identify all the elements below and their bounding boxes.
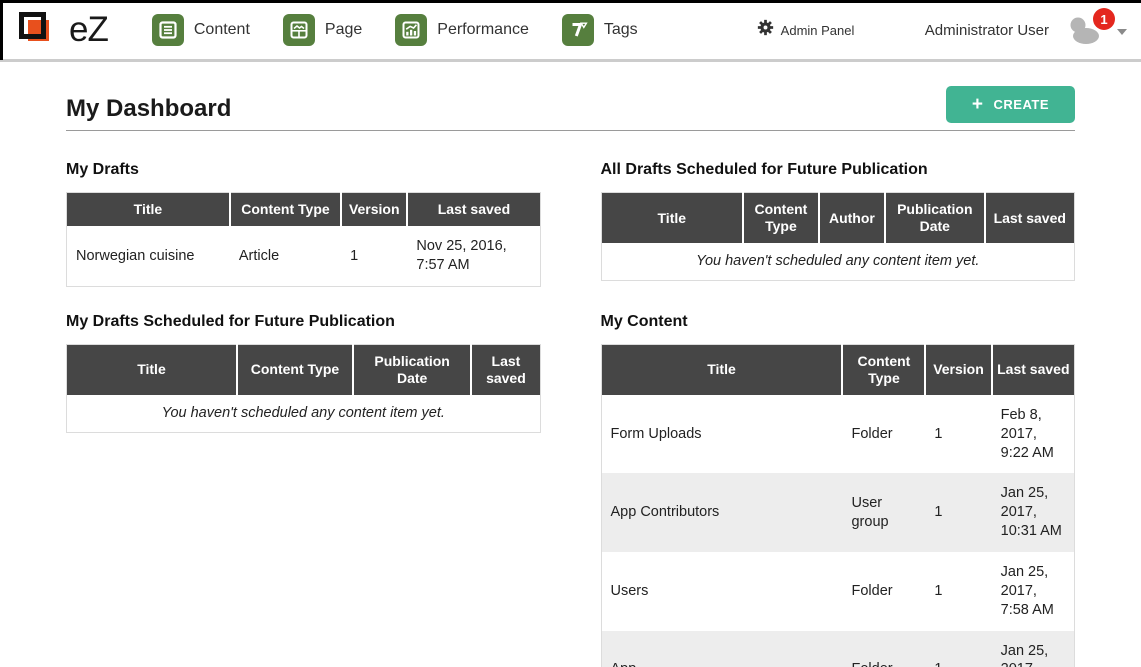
all-drafts-scheduled-table: TitleContent TypeAuthorPublication DateL… bbox=[601, 192, 1076, 281]
nav-item-tags[interactable]: Tags bbox=[562, 14, 638, 46]
empty-state-text: You haven't scheduled any content item y… bbox=[67, 395, 541, 432]
performance-icon bbox=[395, 14, 427, 46]
table-row[interactable]: App ContributorsUser group1Jan 25, 2017,… bbox=[601, 473, 1075, 552]
nav-label: Performance bbox=[437, 21, 529, 39]
top-navigation-bar: eZ Content Pag bbox=[0, 0, 1141, 57]
gear-icon bbox=[757, 19, 774, 41]
table-cell: 1 bbox=[925, 552, 991, 631]
notification-badge[interactable]: 1 bbox=[1093, 8, 1115, 30]
nav-item-performance[interactable]: Performance bbox=[395, 14, 529, 46]
column-header: Content Type bbox=[237, 344, 353, 395]
page-icon bbox=[283, 14, 315, 46]
section-all-drafts-scheduled: All Drafts Scheduled for Future Publicat… bbox=[601, 161, 1076, 287]
section-my-drafts-scheduled: My Drafts Scheduled for Future Publicati… bbox=[66, 313, 541, 667]
page-title: My Dashboard bbox=[66, 95, 231, 123]
column-header: Content Type bbox=[743, 193, 819, 244]
nav-item-page[interactable]: Page bbox=[283, 14, 362, 46]
column-header: Title bbox=[67, 193, 230, 227]
table-cell: User group bbox=[842, 473, 925, 552]
column-header: Last saved bbox=[985, 193, 1075, 244]
table-cell: 1 bbox=[925, 631, 991, 667]
logo-black-square bbox=[19, 12, 46, 39]
table-row[interactable]: Norwegian cuisineArticle1Nov 25, 2016, 7… bbox=[67, 226, 541, 286]
empty-state-row: You haven't scheduled any content item y… bbox=[601, 243, 1075, 280]
my-drafts-table: TitleContent TypeVersionLast savedNorweg… bbox=[66, 192, 541, 287]
column-header: Version bbox=[925, 344, 991, 395]
nav-item-content[interactable]: Content bbox=[152, 14, 250, 46]
section-title: My Content bbox=[601, 313, 1076, 331]
column-header: Publication Date bbox=[885, 193, 984, 244]
dashboard-grid: My Drafts TitleContent TypeVersionLast s… bbox=[66, 161, 1075, 667]
plus-icon: + bbox=[972, 99, 984, 111]
table-cell: Article bbox=[230, 226, 341, 286]
admin-panel-link[interactable]: Admin Panel bbox=[757, 19, 855, 41]
dashboard-page: My Dashboard + CREATE My Drafts TitleCon… bbox=[0, 86, 1141, 667]
table-cell: 1 bbox=[341, 226, 407, 286]
ez-logo[interactable]: eZ bbox=[16, 9, 108, 51]
section-title: My Drafts Scheduled for Future Publicati… bbox=[66, 313, 541, 331]
table-cell: Nov 25, 2016, 7:57 AM bbox=[407, 226, 540, 286]
main-nav: Content Page bbox=[152, 14, 671, 46]
table-cell: Users bbox=[601, 552, 842, 631]
column-header: Author bbox=[819, 193, 885, 244]
table-cell: Form Uploads bbox=[601, 395, 842, 474]
nav-label: Content bbox=[194, 21, 250, 39]
admin-panel-label: Admin Panel bbox=[781, 23, 855, 38]
column-header: Publication Date bbox=[353, 344, 471, 395]
my-content-table: TitleContent TypeVersionLast savedForm U… bbox=[601, 344, 1076, 667]
column-header: Last saved bbox=[992, 344, 1075, 395]
page-header: My Dashboard + CREATE bbox=[66, 86, 1075, 131]
section-title: All Drafts Scheduled for Future Publicat… bbox=[601, 161, 1076, 179]
my-drafts-scheduled-table: TitleContent TypePublication DateLast sa… bbox=[66, 344, 541, 433]
create-button[interactable]: + CREATE bbox=[946, 86, 1075, 123]
table-cell: Jan 25, 2017, 10:31 AM bbox=[992, 473, 1075, 552]
table-header-row: TitleContent TypePublication DateLast sa… bbox=[67, 344, 541, 395]
table-cell: Folder bbox=[842, 552, 925, 631]
user-name: Administrator User bbox=[925, 22, 1049, 39]
table-row[interactable]: UsersFolder1Jan 25, 2017, 7:58 AM bbox=[601, 552, 1075, 631]
nav-label: Tags bbox=[604, 21, 638, 39]
empty-state-row: You haven't scheduled any content item y… bbox=[67, 395, 541, 432]
avatar: 1 bbox=[1065, 16, 1103, 44]
table-cell: App Contributors bbox=[601, 473, 842, 552]
column-header: Title bbox=[601, 344, 842, 395]
table-cell: Folder bbox=[842, 631, 925, 667]
user-menu[interactable]: Administrator User 1 bbox=[925, 16, 1127, 44]
table-header-row: TitleContent TypeAuthorPublication DateL… bbox=[601, 193, 1075, 244]
section-my-drafts: My Drafts TitleContent TypeVersionLast s… bbox=[66, 161, 541, 287]
section-title: My Drafts bbox=[66, 161, 541, 179]
table-header-row: TitleContent TypeVersionLast saved bbox=[67, 193, 541, 227]
column-header: Last saved bbox=[471, 344, 540, 395]
table-row[interactable]: Form UploadsFolder1Feb 8, 2017, 9:22 AM bbox=[601, 395, 1075, 474]
table-cell: Jan 25, 2017, 7:55 AM bbox=[992, 631, 1075, 667]
column-header: Last saved bbox=[407, 193, 540, 227]
table-cell: Jan 25, 2017, 7:58 AM bbox=[992, 552, 1075, 631]
chevron-down-icon bbox=[1117, 29, 1127, 35]
tags-icon bbox=[562, 14, 594, 46]
table-cell: 1 bbox=[925, 395, 991, 474]
ez-logo-text: eZ bbox=[69, 10, 108, 50]
table-header-row: TitleContent TypeVersionLast saved bbox=[601, 344, 1075, 395]
content-icon bbox=[152, 14, 184, 46]
column-header: Title bbox=[67, 344, 237, 395]
table-cell: Norwegian cuisine bbox=[67, 226, 230, 286]
header-divider bbox=[0, 59, 1141, 62]
create-button-label: CREATE bbox=[994, 97, 1049, 112]
column-header: Content Type bbox=[842, 344, 925, 395]
empty-state-text: You haven't scheduled any content item y… bbox=[601, 243, 1075, 280]
table-cell: Feb 8, 2017, 9:22 AM bbox=[992, 395, 1075, 474]
section-my-content: My Content TitleContent TypeVersionLast … bbox=[601, 313, 1076, 667]
table-cell: App bbox=[601, 631, 842, 667]
nav-label: Page bbox=[325, 21, 362, 39]
table-cell: Folder bbox=[842, 395, 925, 474]
table-row[interactable]: AppFolder1Jan 25, 2017, 7:55 AM bbox=[601, 631, 1075, 667]
column-header: Title bbox=[601, 193, 743, 244]
table-cell: 1 bbox=[925, 473, 991, 552]
column-header: Version bbox=[341, 193, 407, 227]
column-header: Content Type bbox=[230, 193, 341, 227]
ez-logo-icon bbox=[16, 9, 62, 51]
